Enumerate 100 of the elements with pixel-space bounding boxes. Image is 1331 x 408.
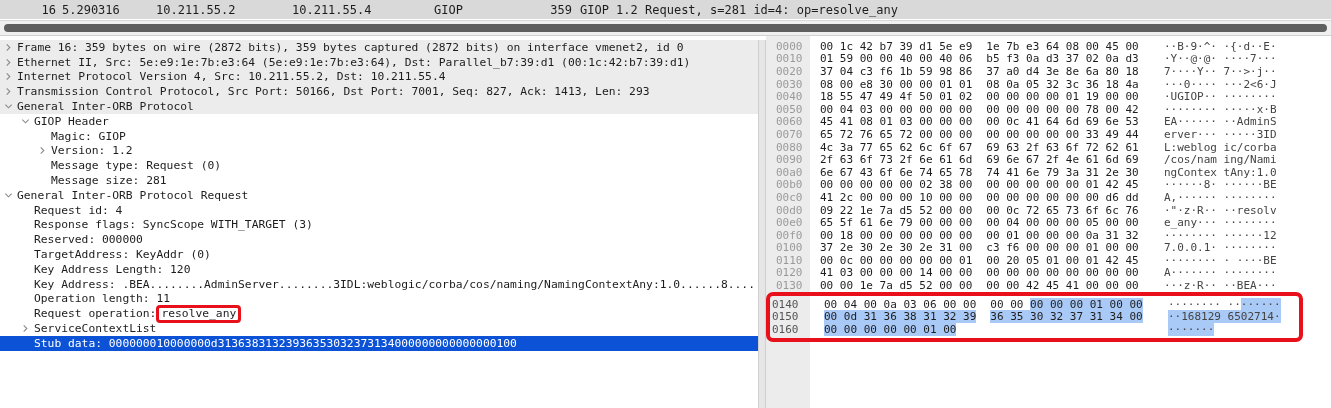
hex-bytes[interactable]: 65 5f 61 6e 79 00 00 00 <box>820 216 973 230</box>
tree-item[interactable]: Request id: 4 <box>34 203 123 217</box>
ascii-text[interactable]: ·"·z·R·· ··resolv <box>1164 203 1277 217</box>
highlighted-value: resolve_any <box>156 304 242 323</box>
collapse-chevron-icon[interactable] <box>4 102 13 112</box>
hex-bytes[interactable]: 00 0c 00 00 00 00 00 01 <box>820 253 973 267</box>
ascii-text[interactable]: ········ · ····BE <box>1164 253 1277 267</box>
hex-bytes[interactable]: 65 72 76 65 72 00 00 00 <box>820 127 973 141</box>
hex-bytes[interactable]: 41 03 00 00 00 14 00 00 <box>820 266 973 280</box>
hex-bytes[interactable]: 00 04 00 0a 03 06 00 00 <box>824 297 977 311</box>
hex-bytes[interactable]: 08 0a 05 32 3c 36 18 4a <box>986 77 1139 91</box>
tree-item[interactable]: Message type: Request (0) <box>51 159 222 173</box>
tree-item[interactable]: Version: 1.2 <box>51 144 133 158</box>
ascii-text[interactable]: ······8· ······BE <box>1164 178 1277 192</box>
offset-label: 0030 <box>775 77 804 91</box>
hex-bytes[interactable]: 2f 63 6f 73 2f 6e 61 6d <box>820 153 973 167</box>
ascii-text[interactable]: ······ <box>1240 297 1281 311</box>
hex-bytes[interactable]: 18 55 47 49 4f 50 01 02 <box>820 90 973 104</box>
hex-bytes[interactable]: 00 00 00 00 00 00 00 00 <box>986 266 1139 280</box>
offset-label: 0150 <box>771 310 800 324</box>
ascii-text[interactable]: ··B·9·^· ·{·d··E· <box>1164 39 1277 53</box>
hex-bytes[interactable]: 69 6e 67 2f 4e 61 6d 69 <box>986 153 1139 167</box>
expand-chevron-icon[interactable] <box>4 42 13 52</box>
tree-item[interactable]: Message size: 281 <box>51 174 167 188</box>
ascii-text[interactable]: L:weblog ic/corba <box>1164 140 1277 154</box>
offset-label: 0050 <box>775 102 804 116</box>
hex-bytes[interactable]: 74 41 6e 79 3a 31 2e 30 <box>986 165 1139 179</box>
tree-item[interactable]: GIOP Header <box>34 114 109 128</box>
hex-bytes[interactable]: 00 1c 42 b7 39 d1 5e e9 <box>820 39 973 53</box>
hex-bytes[interactable]: 37 2e 30 2e 30 2e 31 00 <box>820 241 973 255</box>
ascii-text[interactable]: EA······ ··AdminS <box>1164 115 1277 129</box>
offset-label: 0100 <box>775 241 804 255</box>
hex-bytes[interactable]: 00 00 00 01 00 00 <box>1030 297 1143 311</box>
ascii-text[interactable]: ·Y··@·@· ····7··· <box>1164 52 1277 66</box>
hex-bytes[interactable]: 00 00 00 00 00 78 00 42 <box>986 102 1139 116</box>
hex-bytes[interactable]: 00 18 00 00 00 00 00 00 <box>820 228 973 242</box>
hex-bytes[interactable]: 08 00 e8 30 00 00 01 01 <box>820 77 973 91</box>
hex-bytes[interactable]: 00 01 00 00 00 0a 31 32 <box>986 228 1139 242</box>
hex-bytes[interactable]: 6e 67 43 6f 6e 74 65 78 <box>820 165 973 179</box>
ascii-text[interactable]: ···z·R·· ··BEA··· <box>1164 279 1277 293</box>
hex-bytes[interactable]: 36 35 30 32 37 31 34 00 <box>990 310 1143 324</box>
ascii-text[interactable]: 7.0.0.1· ········ <box>1164 241 1277 255</box>
expand-chevron-icon[interactable] <box>38 146 47 156</box>
hex-bytes[interactable]: 00 00 00 00 00 02 38 00 <box>820 178 973 192</box>
ascii-text[interactable]: ···0···· ···2<6·J <box>1164 77 1277 91</box>
hex-bytes[interactable]: 00 04 03 00 00 00 00 00 <box>820 102 973 116</box>
ascii-text[interactable]: ········ ······12 <box>1164 228 1277 242</box>
ascii-text[interactable]: ········ ·····x·B <box>1164 102 1277 116</box>
ascii-text[interactable]: e_any··· ········ <box>1164 216 1277 230</box>
hex-bytes[interactable]: 00 00 00 00 00 33 49 44 <box>986 127 1139 141</box>
hex-bytes[interactable]: 41 2c 00 00 00 10 00 00 <box>820 190 973 204</box>
splitter-handle[interactable] <box>758 40 766 408</box>
hex-bytes[interactable]: 00 00 00 00 01 19 00 00 <box>986 90 1139 104</box>
hex-bytes[interactable]: 00 00 00 00 00 01 42 45 <box>986 178 1139 192</box>
hex-bytes[interactable]: 00 00 42 45 41 00 00 00 <box>986 279 1139 293</box>
hex-bytes[interactable]: 69 63 2f 63 6f 72 62 61 <box>986 140 1139 154</box>
hex-bytes[interactable]: c3 f6 00 00 00 01 00 00 <box>986 241 1139 255</box>
tree-item[interactable]: Request operation: <box>34 307 157 321</box>
expand-chevron-icon[interactable] <box>21 324 30 334</box>
hex-bytes[interactable]: 01 59 00 00 40 00 40 06 <box>820 52 973 66</box>
hex-bytes[interactable]: 09 22 1e 7a d5 52 00 00 <box>820 203 973 217</box>
tree-item[interactable]: Key Address: .BEA........AdminServer........3IDL:weblogic/corba/cos/naming/NamingContextAny:1.0......8.... <box>34 277 755 291</box>
offset-label: 00d0 <box>775 203 804 217</box>
tree-item[interactable]: TargetAddress: KeyAddr (0) <box>34 248 211 262</box>
ascii-text[interactable]: ·UGIOP·· ········ <box>1164 90 1277 104</box>
hex-bytes[interactable]: b5 f3 0a d3 37 02 0a d3 <box>986 52 1139 66</box>
ascii-text[interactable]: A,······ ········ <box>1164 190 1277 204</box>
hex-bytes[interactable]: 00 0c 72 65 73 6f 6c 76 <box>986 203 1139 217</box>
ascii-text[interactable]: ········ ·· <box>1168 297 1241 311</box>
packet-row[interactable]: 16 5.290316 10.211.55.2 10.211.55.4 GIOP 359 GIOP 1.2 Request, s=281 id=4: op=resolve_any <box>0 0 1331 19</box>
hex-bytes[interactable]: 37 04 c3 f6 1b 59 98 86 <box>820 65 973 78</box>
hex-bytes[interactable]: 00 04 00 00 00 05 00 00 <box>986 216 1139 230</box>
scrollbar-thumb[interactable] <box>4 24 1327 32</box>
tree-item[interactable]: Operation length: 11 <box>34 292 171 306</box>
hex-bytes[interactable]: 1e 7b e3 64 08 00 45 00 <box>986 39 1139 53</box>
expand-chevron-icon[interactable] <box>4 57 13 67</box>
hex-bytes[interactable]: 00 00 1e 7a d5 52 00 00 <box>820 279 973 293</box>
hex-bytes[interactable]: 45 41 08 01 03 00 00 00 <box>820 115 973 129</box>
expand-chevron-icon[interactable] <box>4 72 13 82</box>
hex-bytes[interactable]: 00 0c 41 64 6d 69 6e 53 <box>986 115 1139 129</box>
tree-item[interactable]: General Inter-ORB Protocol Request <box>17 188 249 202</box>
hex-bytes[interactable]: 00 20 05 01 00 01 42 45 <box>986 253 1139 267</box>
hex-bytes[interactable]: 4c 3a 77 65 62 6c 6f 67 <box>820 140 973 154</box>
tree-item[interactable]: Response flags: SyncScope WITH_TARGET (3) <box>34 218 313 232</box>
ascii-text[interactable]: ngContex tAny:1.0 <box>1164 165 1277 179</box>
tree-item[interactable]: ServiceContextList <box>34 322 157 336</box>
expand-chevron-icon[interactable] <box>4 87 13 97</box>
ascii-text[interactable]: erver··· ·····3ID <box>1164 127 1277 141</box>
ascii-text[interactable]: /cos/nam ing/Nami <box>1164 153 1277 167</box>
hex-bytes[interactable]: 00 0d 31 36 38 31 32 39 <box>824 310 977 324</box>
ascii-text[interactable]: 7····Y·· 7··>·j·· <box>1164 65 1277 78</box>
ascii-text[interactable]: A······· ········ <box>1164 266 1277 280</box>
tree-item[interactable]: Key Address Length: 120 <box>34 262 191 276</box>
hex-bytes[interactable]: 00 00 <box>990 297 1024 311</box>
tree-item[interactable]: Magic: GIOP <box>51 129 126 143</box>
offset-label: 0120 <box>775 266 804 280</box>
hex-bytes[interactable]: 00 00 00 00 00 00 d6 dd <box>986 190 1139 204</box>
hex-bytes[interactable]: 37 a0 d4 3e 8e 6a 80 18 <box>986 65 1139 78</box>
tree-item[interactable]: Reserved: 000000 <box>34 233 143 247</box>
ascii-text[interactable]: ··168129 6502714· <box>1168 310 1281 324</box>
